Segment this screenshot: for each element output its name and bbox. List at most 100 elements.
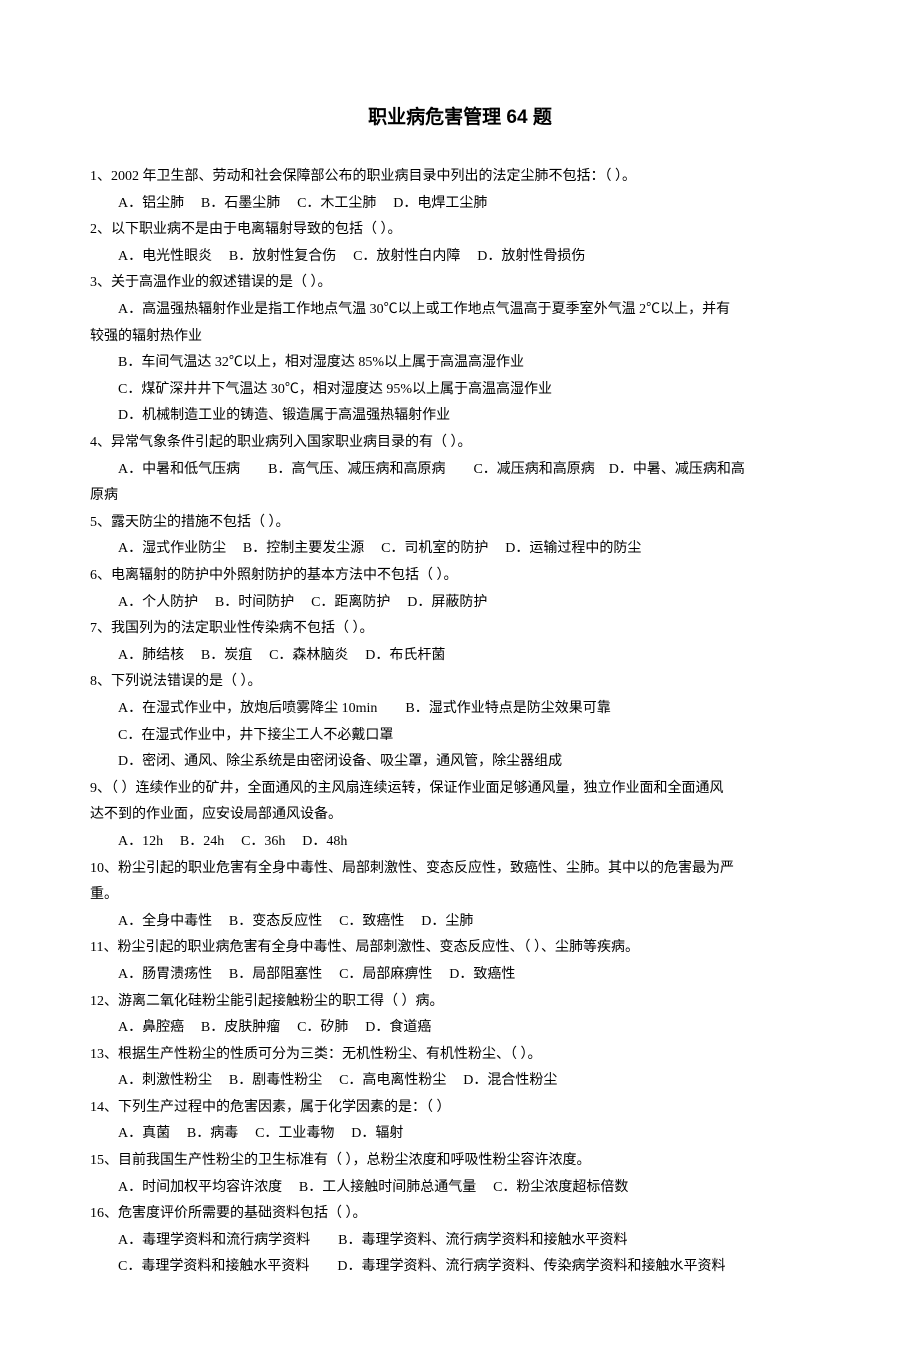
question-text: 11、粉尘引起的职业病危害有全身中毒性、局部刺激性、变态反应性、（ ）、尘肺等疾… [90,935,830,962]
option: B．皮肤肿瘤 [201,1020,280,1035]
option: D．48h [302,834,347,849]
option: D．电焊工尘肺 [393,196,487,211]
option: B．剧毒性粉尘 [229,1073,322,1088]
option-line: A．肠胃溃疡性 B．局部阻塞性 C．局部麻痹性 D．致癌性 [90,962,830,989]
option: A．时间加权平均容许浓度 [118,1180,282,1195]
option: C．粉尘浓度超标倍数 [493,1180,628,1195]
option-line: D．密闭、通风、除尘系统是由密闭设备、吸尘罩，通风管，除尘器组成 [90,749,830,776]
option-line: A．全身中毒性B．变态反应性C．致癌性D．尘肺 [90,909,830,936]
question-text: 4、异常气象条件引起的职业病列入国家职业病目录的有（ ）。 [90,430,830,457]
question-text: 6、电离辐射的防护中外照射防护的基本方法中不包括（ ）。 [90,563,830,590]
option: A．个人防护 [118,595,198,610]
option: C．放射性白内障 [353,249,460,264]
option-line: C．在湿式作业中，井下接尘工人不必戴口罩 [90,723,830,750]
question: 6、电离辐射的防护中外照射防护的基本方法中不包括（ ）。 A．个人防护 B．时间防护… [90,563,830,616]
option-line: C．煤矿深井井下气温达 30℃，相对湿度达 95%以上属于高温高湿作业 [90,377,830,404]
option: B．局部阻塞性 [229,967,322,982]
option: B．病毒 [187,1126,238,1141]
question: 7、我国列为的法定职业性传染病不包括（ ）。 A．肺结核 B．炭疽 C．森林脑炎 D．布… [90,616,830,669]
option: B．放射性复合伤 [229,249,336,264]
option: B．控制主要发尘源 [243,541,364,556]
question: 11、粉尘引起的职业病危害有全身中毒性、局部刺激性、变态反应性、（ ）、尘肺等疾… [90,935,830,988]
option: D．运输过程中的防尘 [505,541,641,556]
question-text: 7、我国列为的法定职业性传染病不包括（ ）。 [90,616,830,643]
option: C．高电离性粉尘 [339,1073,446,1088]
option: C．矽肺 [297,1020,348,1035]
option-line: A．毒理学资料和流行病学资料 B．毒理学资料、流行病学资料和接触水平资料 [90,1228,830,1255]
option-line: 原病 [90,483,830,510]
question-text: 13、根据生产性粉尘的性质可分为三类：无机性粉尘、有机性粉尘、（ ）。 [90,1042,830,1069]
option-line: A．肺结核 B．炭疽 C．森林脑炎 D．布氏杆菌 [90,643,830,670]
option: D．尘肺 [421,914,473,929]
option: C．木工尘肺 [297,196,376,211]
option: D．放射性骨损伤 [477,249,585,264]
question: 8、下列说法错误的是（ ）。A．在湿式作业中，放炮后喷雾降尘 10min B．湿… [90,669,830,775]
question-text: 3、关于高温作业的叙述错误的是（ ）。 [90,270,830,297]
option-line: A．中暑和低气压病 B．高气压、减压病和高原病 C．减压病和高原病 D．中暑、减… [90,457,830,484]
option-line: A．湿式作业防尘 B．控制主要发尘源 C．司机室的防护 D．运输过程中的防尘 [90,536,830,563]
question: 2、以下职业病不是由于电离辐射导致的包括（ ）。 A．电光性眼炎 B．放射性复合伤 C… [90,217,830,270]
question-text: 5、露天防尘的措施不包括（ ）。 [90,510,830,537]
option-line: A．在湿式作业中，放炮后喷雾降尘 10min B．湿式作业特点是防尘效果可靠 [90,696,830,723]
option-line: A．刺激性粉尘 B．剧毒性粉尘 C．高电离性粉尘 D．混合性粉尘 [90,1068,830,1095]
option: D．辐射 [351,1126,403,1141]
option-line: A．鼻腔癌B．皮肤肿瘤C．矽肺D．食道癌 [90,1015,830,1042]
option: B．工人接触时间肺总通气量 [299,1180,476,1195]
option: A．铝尘肺 [118,196,184,211]
option: A．湿式作业防尘 [118,541,226,556]
option: C．工业毒物 [255,1126,334,1141]
option: D．布氏杆菌 [365,648,445,663]
option: A．鼻腔癌 [118,1020,184,1035]
option-line: A．真菌 B．病毒 C．工业毒物 D．辐射 [90,1121,830,1148]
question: 3、关于高温作业的叙述错误的是（ ）。A．高温强热辐射作业是指工作地点气温 30… [90,270,830,430]
option-line: C．毒理学资料和接触水平资料 D．毒理学资料、流行病学资料、传染病学资料和接触水… [90,1254,830,1281]
option: A．12h [118,834,163,849]
question: 1、2002 年卫生部、劳动和社会保障部公布的职业病目录中列出的法定尘肺不包括：… [90,164,830,217]
option-line: A．电光性眼炎 B．放射性复合伤 C．放射性白内障 D．放射性骨损伤 [90,244,830,271]
question: 5、露天防尘的措施不包括（ ）。 A．湿式作业防尘 B．控制主要发尘源 C．司机室的防… [90,510,830,563]
option-line: D．机械制造工业的铸造、锻造属于高温强热辐射作业 [90,403,830,430]
option-line: A．时间加权平均容许浓度 B．工人接触时间肺总通气量 C．粉尘浓度超标倍数 [90,1175,830,1202]
option: A．电光性眼炎 [118,249,212,264]
option: A．肺结核 [118,648,184,663]
option: B．24h [180,834,224,849]
question-text: 10、粉尘引起的职业危害有全身中毒性、局部刺激性、变态反应性，致癌性、尘肺。其中… [90,856,830,883]
option: B．时间防护 [215,595,294,610]
question: 4、异常气象条件引起的职业病列入国家职业病目录的有（ ）。A．中暑和低气压病 B… [90,430,830,510]
question: 10、粉尘引起的职业危害有全身中毒性、局部刺激性、变态反应性，致癌性、尘肺。其中… [90,856,830,936]
option: A．肠胃溃疡性 [118,967,212,982]
option: C．36h [241,834,285,849]
question-text: 1、2002 年卫生部、劳动和社会保障部公布的职业病目录中列出的法定尘肺不包括：… [90,164,830,191]
question-list: 1、2002 年卫生部、劳动和社会保障部公布的职业病目录中列出的法定尘肺不包括：… [90,164,830,1281]
option: D．混合性粉尘 [463,1073,557,1088]
option-line: A．铝尘肺 B．石墨尘肺 C．木工尘肺 D．电焊工尘肺 [90,191,830,218]
question-text: 14、下列生产过程中的危害因素，属于化学因素的是：（ ） [90,1095,830,1122]
option: C．森林脑炎 [269,648,348,663]
question-text: 12、游离二氧化硅粉尘能引起接触粉尘的职工得（ ）病。 [90,989,830,1016]
option: C．距离防护 [311,595,390,610]
option: A．刺激性粉尘 [118,1073,212,1088]
option-line: A．高温强热辐射作业是指工作地点气温 30℃以上或工作地点气温高于夏季室外气温 … [90,297,830,324]
option: C．致癌性 [339,914,404,929]
question: 16、危害度评价所需要的基础资料包括（ ）。A．毒理学资料和流行病学资料 B．毒… [90,1201,830,1281]
page-title: 职业病危害管理 64 题 [90,100,830,136]
option: C．司机室的防护 [381,541,488,556]
option-line: B．车间气温达 32℃以上，相对湿度达 85%以上属于高温高湿作业 [90,350,830,377]
option: B．石墨尘肺 [201,196,280,211]
question: 9、（ ）连续作业的矿井，全面通风的主风扇连续运转，保证作业面足够通风量，独立作… [90,776,830,856]
option-line: A．12h B．24h C．36h D．48h [90,829,830,856]
question: 13、根据生产性粉尘的性质可分为三类：无机性粉尘、有机性粉尘、（ ）。A．刺激性… [90,1042,830,1095]
option: B．炭疽 [201,648,252,663]
question: 15、目前我国生产性粉尘的卫生标准有（ ），总粉尘浓度和呼吸性粉尘容许浓度。A．… [90,1148,830,1201]
question-text: 9、（ ）连续作业的矿井，全面通风的主风扇连续运转，保证作业面足够通风量，独立作… [90,776,830,803]
option: C．局部麻痹性 [339,967,432,982]
question-text: 16、危害度评价所需要的基础资料包括（ ）。 [90,1201,830,1228]
question-text: 8、下列说法错误的是（ ）。 [90,669,830,696]
question: 12、游离二氧化硅粉尘能引起接触粉尘的职工得（ ）病。 A．鼻腔癌 B．皮肤肿瘤 C．… [90,989,830,1042]
option-line: 较强的辐射热作业 [90,324,830,351]
question-text: 2、以下职业病不是由于电离辐射导致的包括（ ）。 [90,217,830,244]
option: A．全身中毒性 [118,914,212,929]
question: 14、下列生产过程中的危害因素，属于化学因素的是：（ ） A．真菌 B．病毒 C．工业… [90,1095,830,1148]
option: D．致癌性 [449,967,515,982]
option: A．真菌 [118,1126,170,1141]
